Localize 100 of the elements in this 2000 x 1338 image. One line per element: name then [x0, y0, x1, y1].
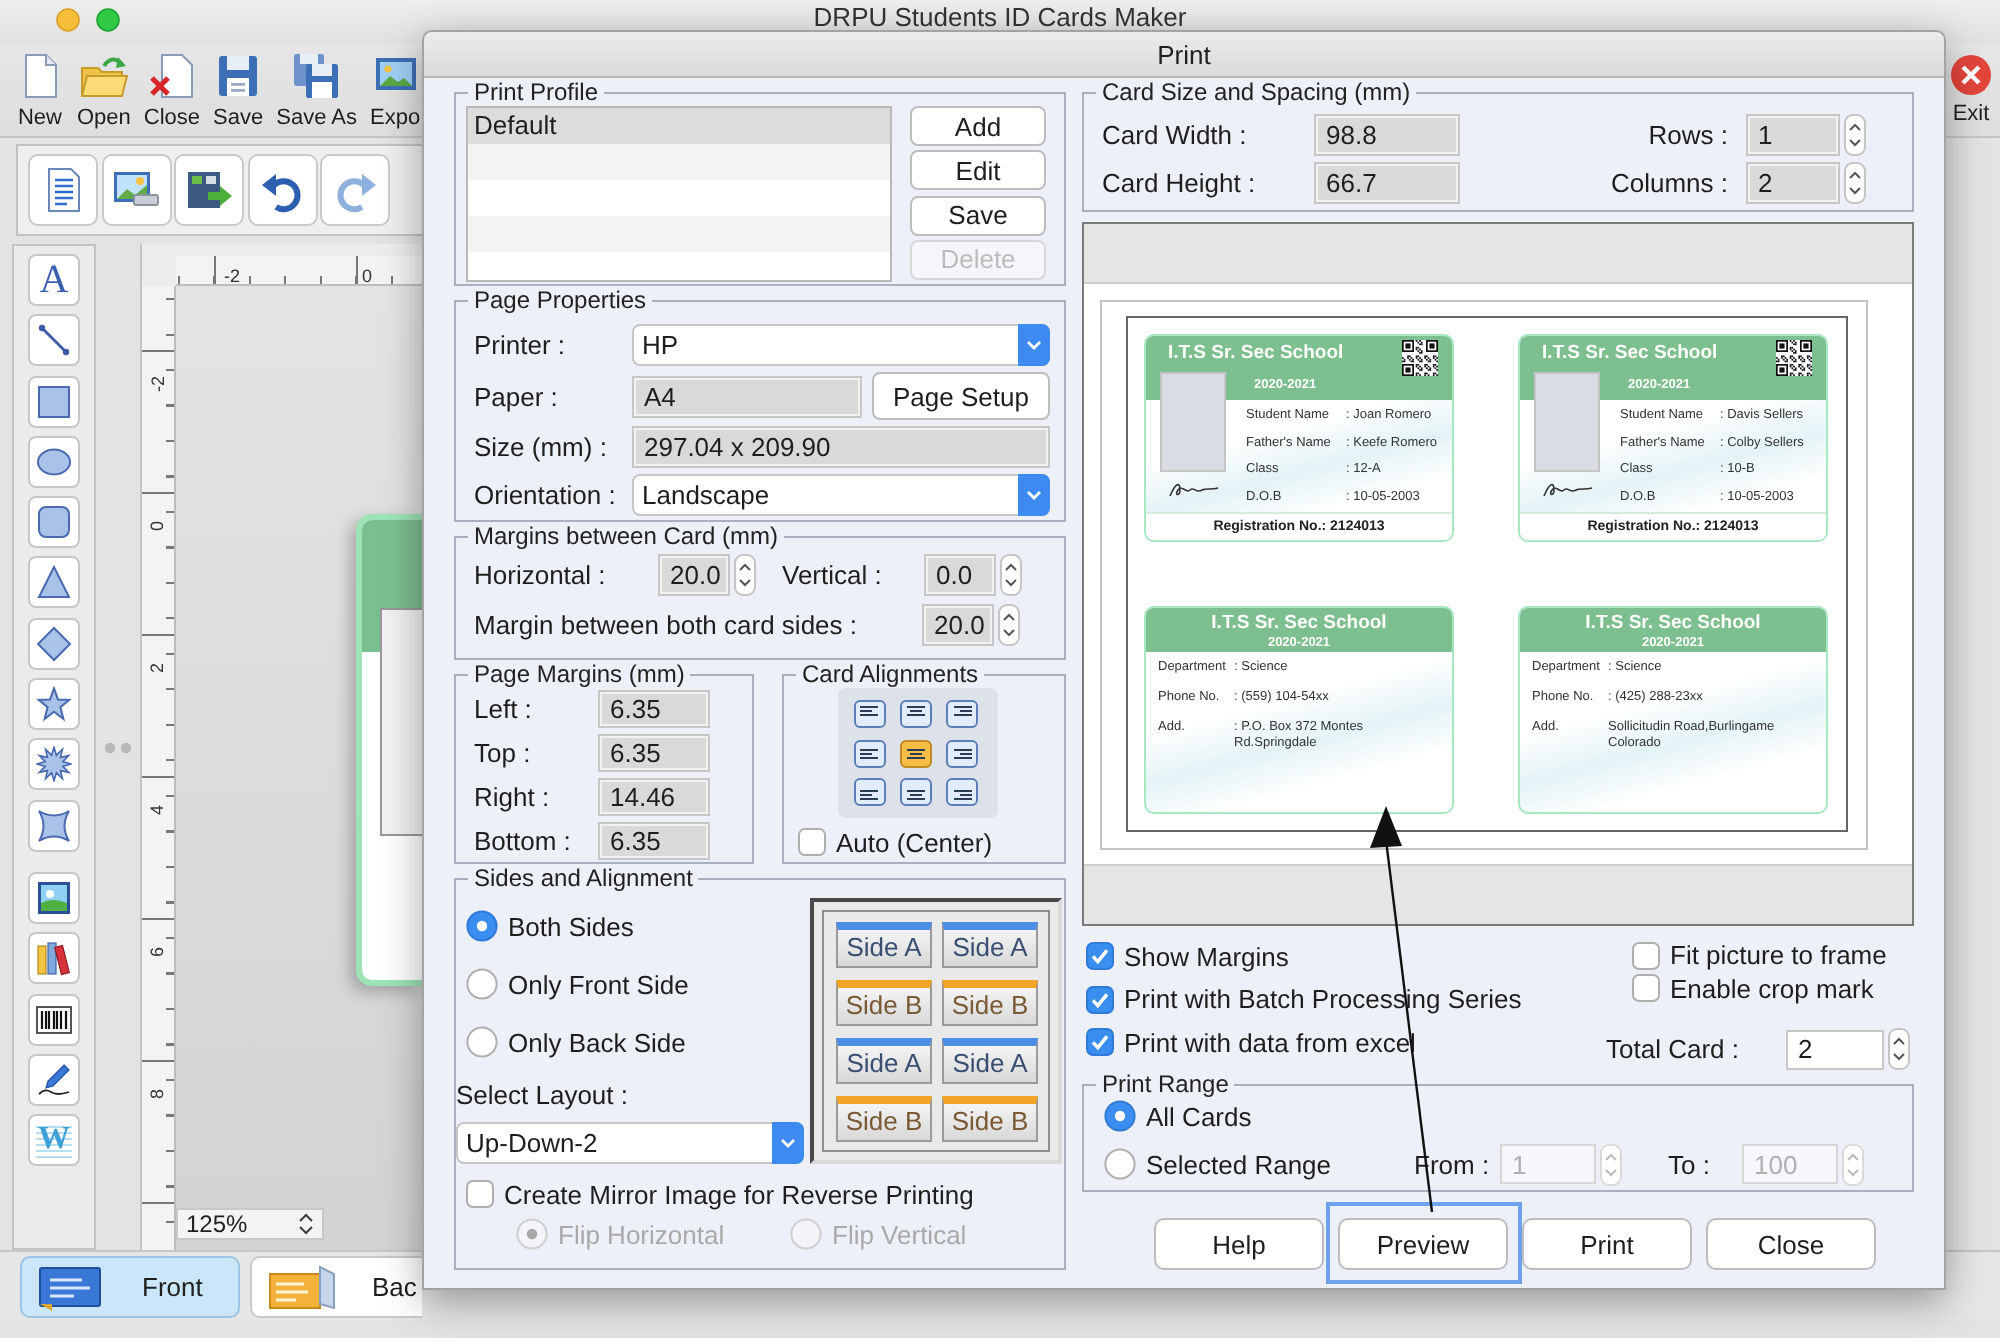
radio-button[interactable] [466, 968, 498, 1000]
paper-field[interactable]: A4 [632, 375, 862, 417]
checkbox[interactable] [466, 1180, 494, 1208]
checkbox[interactable] [1086, 942, 1114, 970]
stepper-icon[interactable] [298, 1212, 314, 1236]
number-field[interactable]: 66.7 [1314, 162, 1460, 204]
number-field[interactable]: 2 [1786, 1029, 1884, 1069]
new-button[interactable]: New [16, 52, 64, 130]
field-label: Printer : [474, 330, 566, 360]
zoom-button[interactable] [96, 8, 120, 32]
tool-button[interactable] [28, 1053, 80, 1106]
align-left-icon[interactable] [854, 739, 886, 767]
printer-dropdown[interactable]: HP [632, 324, 1050, 366]
ellipse-icon [36, 443, 72, 480]
tool-button[interactable] [28, 993, 80, 1046]
export-button[interactable]: Expo [369, 52, 421, 130]
checkbox[interactable] [1086, 985, 1114, 1013]
number-field[interactable]: 6.35 [598, 734, 710, 772]
zoom-field[interactable]: 125% [176, 1208, 324, 1240]
checkbox[interactable] [1632, 941, 1660, 970]
view-tab[interactable]: Front [20, 1256, 240, 1318]
number-field[interactable]: 14.46 [598, 778, 710, 816]
dialog-button[interactable]: Print [1522, 1218, 1692, 1270]
view-tab[interactable]: Bac [250, 1256, 422, 1318]
profile-button[interactable]: Save [910, 195, 1046, 236]
radio-button[interactable] [466, 1026, 498, 1058]
toolbar-button[interactable] [101, 154, 171, 226]
checkbox[interactable] [1632, 974, 1660, 1003]
radio-button[interactable] [1104, 1148, 1136, 1180]
ruler-label: -2 [224, 266, 241, 286]
page-with-cross-icon [147, 52, 196, 100]
number-field[interactable]: 6.35 [598, 690, 710, 728]
save-button[interactable]: Save [213, 52, 264, 130]
orientation-dropdown[interactable]: Landscape [632, 474, 1050, 516]
profile-button[interactable]: Edit [910, 150, 1046, 191]
window-title: DRPU Students ID Cards Maker [811, 4, 1189, 30]
id-card-drawing[interactable] [356, 514, 422, 986]
rounded-rectangle-icon [36, 504, 72, 541]
number-field[interactable]: 6.35 [598, 822, 710, 860]
layout-dropdown[interactable]: Up-Down-2 [456, 1122, 804, 1164]
profile-button[interactable]: Add [910, 106, 1046, 146]
tool-button[interactable] [28, 932, 80, 985]
diamond-icon [36, 625, 72, 662]
dialog-button[interactable]: Close [1706, 1218, 1876, 1270]
card-icon [38, 1263, 106, 1311]
list-item[interactable]: Default [468, 108, 890, 144]
number-field[interactable]: 2 [1746, 162, 1840, 204]
group-title: Page Margins (mm) [472, 660, 687, 688]
align-left-icon[interactable] [854, 778, 886, 806]
field-label: Card Height : [1102, 168, 1258, 198]
align-right-icon[interactable] [946, 739, 978, 767]
toolbar-button[interactable] [28, 154, 98, 226]
field-label: Margin between both card sides : [474, 610, 859, 640]
triangle-icon [36, 564, 72, 601]
field-label: Size (mm) : [474, 432, 607, 462]
align-center-icon[interactable] [900, 739, 932, 767]
undo-button[interactable] [247, 154, 317, 226]
rectangle-icon [36, 383, 72, 420]
toolbar-button[interactable] [174, 154, 244, 226]
align-center-icon[interactable] [900, 778, 932, 806]
checkbox[interactable] [798, 828, 826, 856]
group-title: Print Profile [472, 78, 601, 106]
number-field[interactable]: 20.0 [922, 604, 994, 646]
group-title: Print Range [1100, 1070, 1231, 1098]
dialog-button[interactable]: Preview [1338, 1218, 1508, 1270]
number-field[interactable]: 20.0 [658, 554, 730, 596]
number-field[interactable]: 1 [1746, 114, 1840, 156]
align-left-icon[interactable] [854, 700, 886, 728]
align-right-icon[interactable] [946, 778, 978, 806]
align-center-icon[interactable] [900, 700, 932, 728]
qr-code-icon [1402, 340, 1438, 376]
signature-icon [1167, 478, 1219, 500]
option-label: Auto (Center) [836, 827, 993, 857]
page-setup-button[interactable]: Page Setup [872, 372, 1050, 420]
field-label: Rows : [1648, 120, 1728, 150]
dialog-button[interactable]: Help [1154, 1218, 1324, 1270]
align-right-icon[interactable] [946, 700, 978, 728]
radio-button[interactable] [1104, 1100, 1136, 1132]
save-as-button[interactable]: Save As [276, 52, 357, 130]
number-field[interactable]: 98.8 [1314, 114, 1460, 156]
exit-button[interactable]: Exit [1950, 52, 1992, 126]
grip-icon[interactable] [104, 741, 132, 753]
option-label: All Cards [1146, 1101, 1252, 1131]
field-label: Total Card : [1606, 1034, 1741, 1064]
close-file-button[interactable]: Close [143, 52, 201, 130]
field-label: Select Layout : [456, 1080, 628, 1110]
field-label: Paper : [474, 381, 558, 411]
four-point-star-icon [36, 807, 72, 844]
text-tool-button[interactable]: A [28, 254, 80, 306]
field-label: Bottom : [474, 826, 573, 856]
tool-button[interactable] [28, 871, 80, 924]
checkbox[interactable] [1086, 1028, 1114, 1056]
number-field[interactable]: 0.0 [924, 554, 996, 596]
tool-button[interactable] [28, 314, 80, 367]
group-title: Card Size and Spacing (mm) [1100, 78, 1413, 106]
size-field[interactable]: 297.04 x 209.90 [632, 426, 1050, 468]
radio-button[interactable] [466, 910, 498, 942]
field-label: Columns : [1610, 168, 1728, 198]
open-button[interactable]: Open [77, 52, 131, 130]
layout-tile: Side B [942, 980, 1038, 1026]
